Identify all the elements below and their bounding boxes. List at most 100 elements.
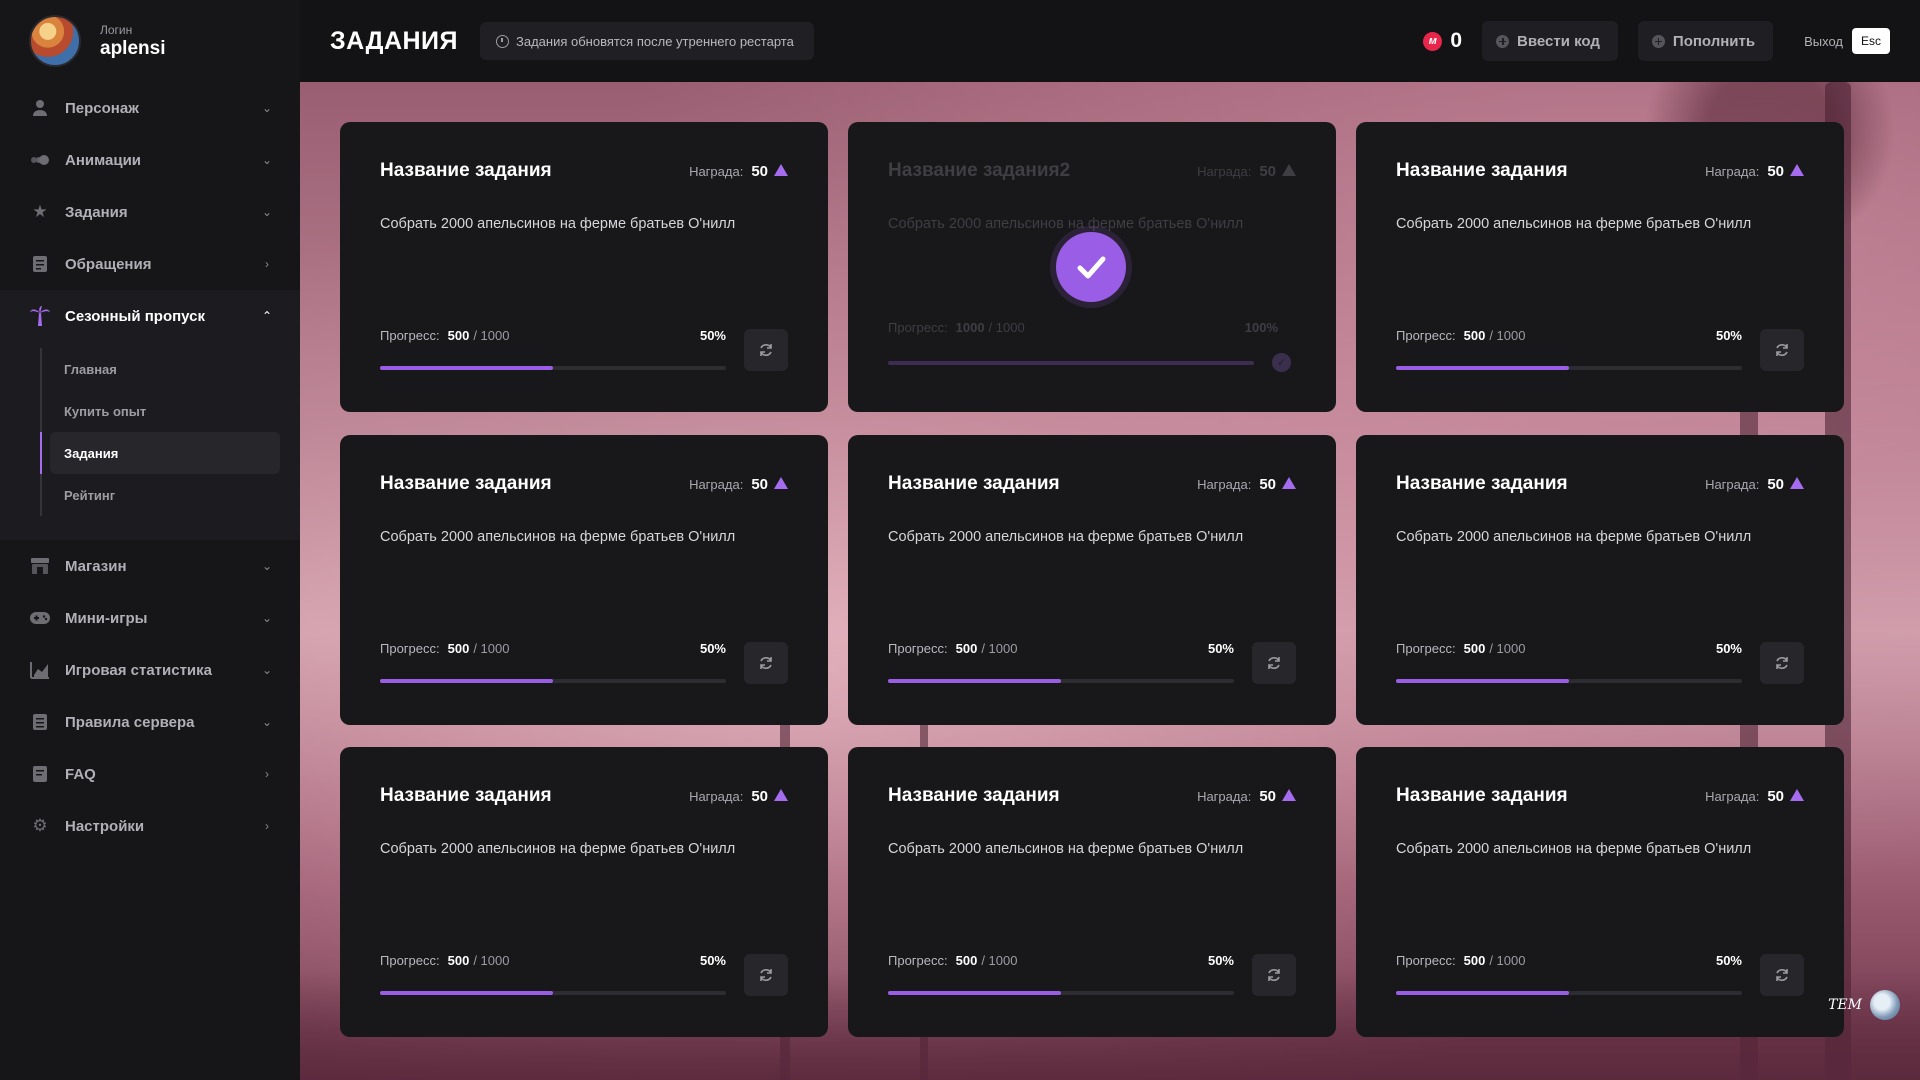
chevron-down-icon: ⌄ (261, 559, 273, 573)
refresh-task-button[interactable] (1252, 954, 1296, 996)
sidebar-item-label: Мини-игры (65, 609, 148, 627)
progress-value: 500 (955, 953, 978, 968)
refresh-icon (1776, 657, 1788, 669)
tasks-content: Название задания Награда: 50 Собрать 2000 а… (300, 82, 1920, 1080)
top-up-button[interactable]: Пополнить (1637, 21, 1774, 61)
refresh-task-button[interactable] (744, 642, 788, 684)
plus-icon (1651, 34, 1665, 48)
esc-key-badge[interactable]: Esc (1852, 28, 1890, 54)
reward-value: 50 (751, 162, 768, 180)
globe-icon (1870, 990, 1900, 1020)
task-progress: Прогресс: 500/ 1000 50% (888, 953, 1234, 968)
triangle-icon (1282, 163, 1296, 176)
sidebar-item-faq[interactable]: FAQ › (0, 748, 300, 800)
sidebar-item-appeals[interactable]: Обращения › (0, 238, 300, 290)
task-progress: Прогресс: 500/ 1000 50% (1396, 953, 1742, 968)
progress-value: 500 (955, 641, 978, 656)
completed-check-icon (1056, 232, 1126, 302)
progress-bar (380, 679, 726, 683)
task-description: Собрать 2000 апельсинов на ферме братьев… (1396, 529, 1752, 545)
watermark: TEM (1828, 990, 1900, 1020)
task-reward: Награда: 50 (1197, 476, 1296, 493)
refresh-task-button[interactable] (1760, 642, 1804, 684)
sidebar-item-label: Персонаж (65, 99, 139, 117)
sidebar-item-label: Обращения (65, 255, 152, 273)
sidebar-item-server-rules[interactable]: Правила сервера ⌄ (0, 696, 300, 748)
reward-value: 50 (1259, 787, 1276, 805)
reward-label: Награда: (1705, 476, 1760, 492)
progress-label: Прогресс: (380, 953, 440, 968)
avatar (29, 15, 81, 67)
progress-total: / 1000 (988, 320, 1025, 335)
task-progress: Прогресс: 500/ 1000 50% (888, 641, 1234, 656)
task-title: Название задания (1396, 785, 1568, 806)
progress-total: / 1000 (473, 953, 510, 968)
reward-value: 50 (1259, 162, 1276, 180)
refresh-icon (760, 969, 772, 981)
sidebar-item-game-stats[interactable]: Игровая статистика ⌄ (0, 644, 300, 696)
progress-value: 500 (447, 641, 470, 656)
sub-item-rating[interactable]: Рейтинг (0, 474, 280, 516)
refresh-task-button[interactable] (1760, 954, 1804, 996)
chevron-down-icon: ⌄ (261, 663, 273, 677)
task-title: Название задания (888, 785, 1060, 806)
sidebar-item-season-pass[interactable]: Сезонный пропуск ⌃ (0, 290, 300, 342)
sub-item-main[interactable]: Главная (0, 348, 280, 390)
sub-item-tasks[interactable]: Задания (40, 432, 280, 474)
sidebar-item-animations[interactable]: Анимации ⌄ (0, 134, 300, 186)
exit-control[interactable]: Выход Esc (1804, 28, 1890, 54)
restart-notice: Задания обновятся после утреннего рестар… (480, 22, 814, 60)
enter-code-button[interactable]: Ввести код (1482, 21, 1618, 61)
sidebar-item-settings[interactable]: ⚙ Настройки › (0, 800, 300, 852)
progress-label: Прогресс: (888, 641, 948, 656)
reward-value: 50 (751, 475, 768, 493)
task-card-header: Название задания Награда: 50 (1396, 785, 1804, 807)
sidebar-item-label: FAQ (65, 765, 96, 783)
sidebar-item-tasks[interactable]: ★ Задания ⌄ (0, 186, 300, 238)
sub-item-buy-xp[interactable]: Купить опыт (0, 390, 280, 432)
palm-icon (29, 305, 51, 327)
task-card: Название задания Награда: 50 Собрать 2000 а… (848, 747, 1336, 1037)
progress-value: 500 (1463, 953, 1486, 968)
sidebar: Логин aplensi Персонаж ⌄ Анимации ⌄ ★ За… (0, 0, 300, 1080)
task-reward: Награда: 50 (1705, 476, 1804, 493)
chevron-down-icon: ⌄ (261, 101, 273, 115)
progress-percent: 50% (1715, 953, 1742, 968)
sidebar-item-character[interactable]: Персонаж ⌄ (0, 82, 300, 134)
sidebar-item-label: Анимации (65, 151, 142, 169)
progress-bar (888, 361, 1254, 365)
refresh-task-button[interactable] (1252, 642, 1296, 684)
progress-value: 500 (447, 953, 470, 968)
refresh-task-button[interactable] (1760, 329, 1804, 371)
task-progress: Прогресс: 500/ 1000 50% (380, 328, 726, 343)
task-reward: Награда: 50 (1197, 788, 1296, 805)
progress-value: 500 (1463, 641, 1486, 656)
sidebar-item-shop[interactable]: Магазин ⌄ (0, 540, 300, 592)
task-description: Собрать 2000 апельсинов на ферме братьев… (1396, 216, 1752, 232)
progress-bar-fill (380, 679, 553, 683)
user-name: aplensi (100, 38, 166, 59)
task-card: Название задания Награда: 50 Собрать 2000 а… (340, 122, 828, 412)
triangle-icon (774, 163, 788, 176)
reward-label: Награда: (689, 163, 744, 179)
progress-label: Прогресс: (888, 953, 948, 968)
refresh-task-button[interactable] (744, 954, 788, 996)
progress-bar-fill (380, 366, 553, 370)
sidebar-item-label: Настройки (65, 817, 145, 835)
progress-bar (888, 679, 1234, 683)
progress-label: Прогресс: (1396, 641, 1456, 656)
progress-value: 1000 (955, 320, 985, 335)
task-reward: Награда: 50 (689, 476, 788, 493)
user-panel: Логин aplensi (0, 0, 300, 82)
task-card-header: Название задания Награда: 50 (380, 160, 788, 182)
task-title: Название задания (380, 473, 552, 494)
sidebar-item-minigames[interactable]: Мини-игры ⌄ (0, 592, 300, 644)
animation-icon (29, 149, 51, 171)
reward-label: Награда: (689, 788, 744, 804)
task-reward: Награда: 50 (689, 788, 788, 805)
reward-label: Награда: (1705, 163, 1760, 179)
notice-text: Задания обновятся после утреннего рестар… (516, 33, 794, 49)
triangle-icon (1790, 476, 1804, 489)
refresh-task-button[interactable] (744, 329, 788, 371)
task-card-header: Название задания Награда: 50 (380, 473, 788, 495)
